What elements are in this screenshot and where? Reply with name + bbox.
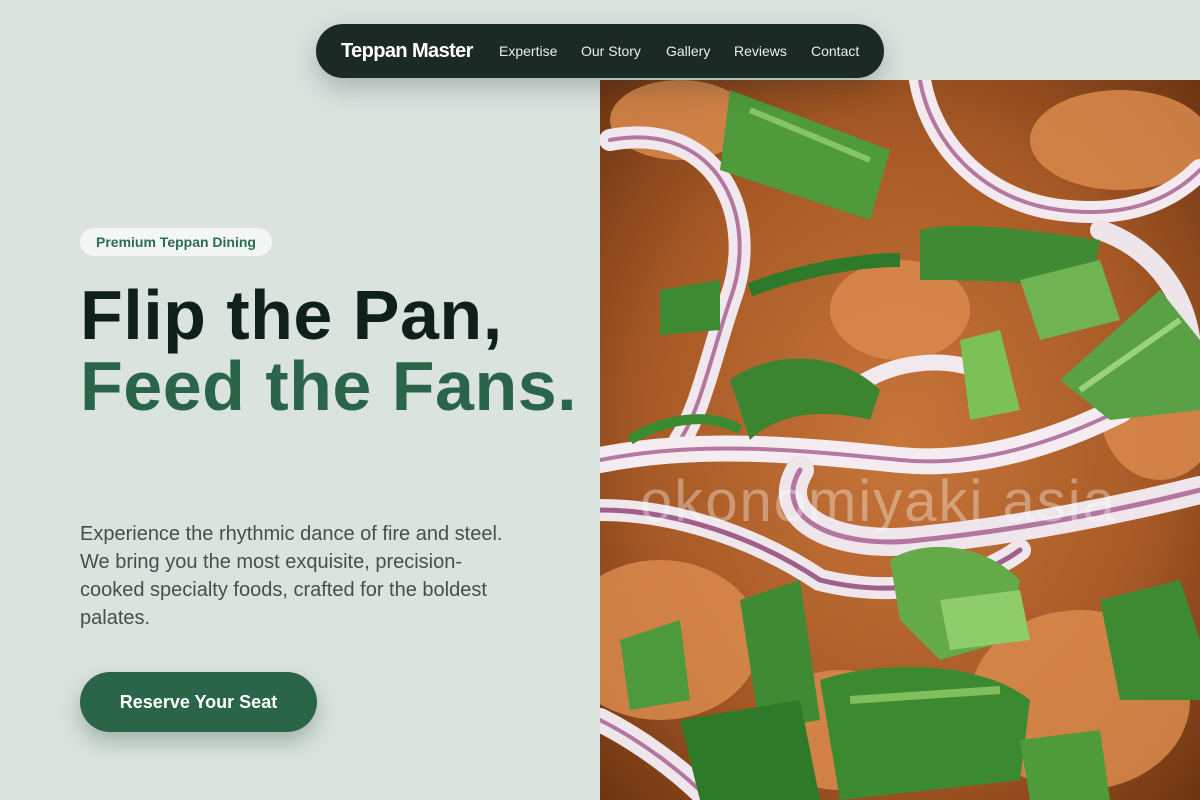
hero-food-image: okonomiyaki asia [600, 80, 1200, 800]
reserve-seat-button[interactable]: Reserve Your Seat [80, 672, 317, 732]
headline-line-2: Feed the Fans. [80, 347, 578, 425]
nav-link-gallery[interactable]: Gallery [666, 24, 710, 78]
premium-badge: Premium Teppan Dining [80, 228, 272, 256]
nav-link-expertise[interactable]: Expertise [499, 24, 557, 78]
nav-link-reviews[interactable]: Reviews [734, 24, 787, 78]
nav-links: Expertise Our Story Gallery Reviews Cont… [316, 24, 884, 78]
nav-link-our-story[interactable]: Our Story [581, 24, 641, 78]
hero-description: Experience the rhythmic dance of fire an… [80, 523, 503, 629]
top-nav: Teppan Master Expertise Our Story Galler… [316, 24, 884, 78]
nav-link-contact[interactable]: Contact [811, 24, 859, 78]
hero-headline: Flip the Pan, Feed the Fans. [80, 280, 580, 422]
image-watermark: okonomiyaki asia [640, 469, 1117, 534]
headline-line-1: Flip the Pan, [80, 276, 503, 354]
food-illustration [600, 80, 1200, 800]
